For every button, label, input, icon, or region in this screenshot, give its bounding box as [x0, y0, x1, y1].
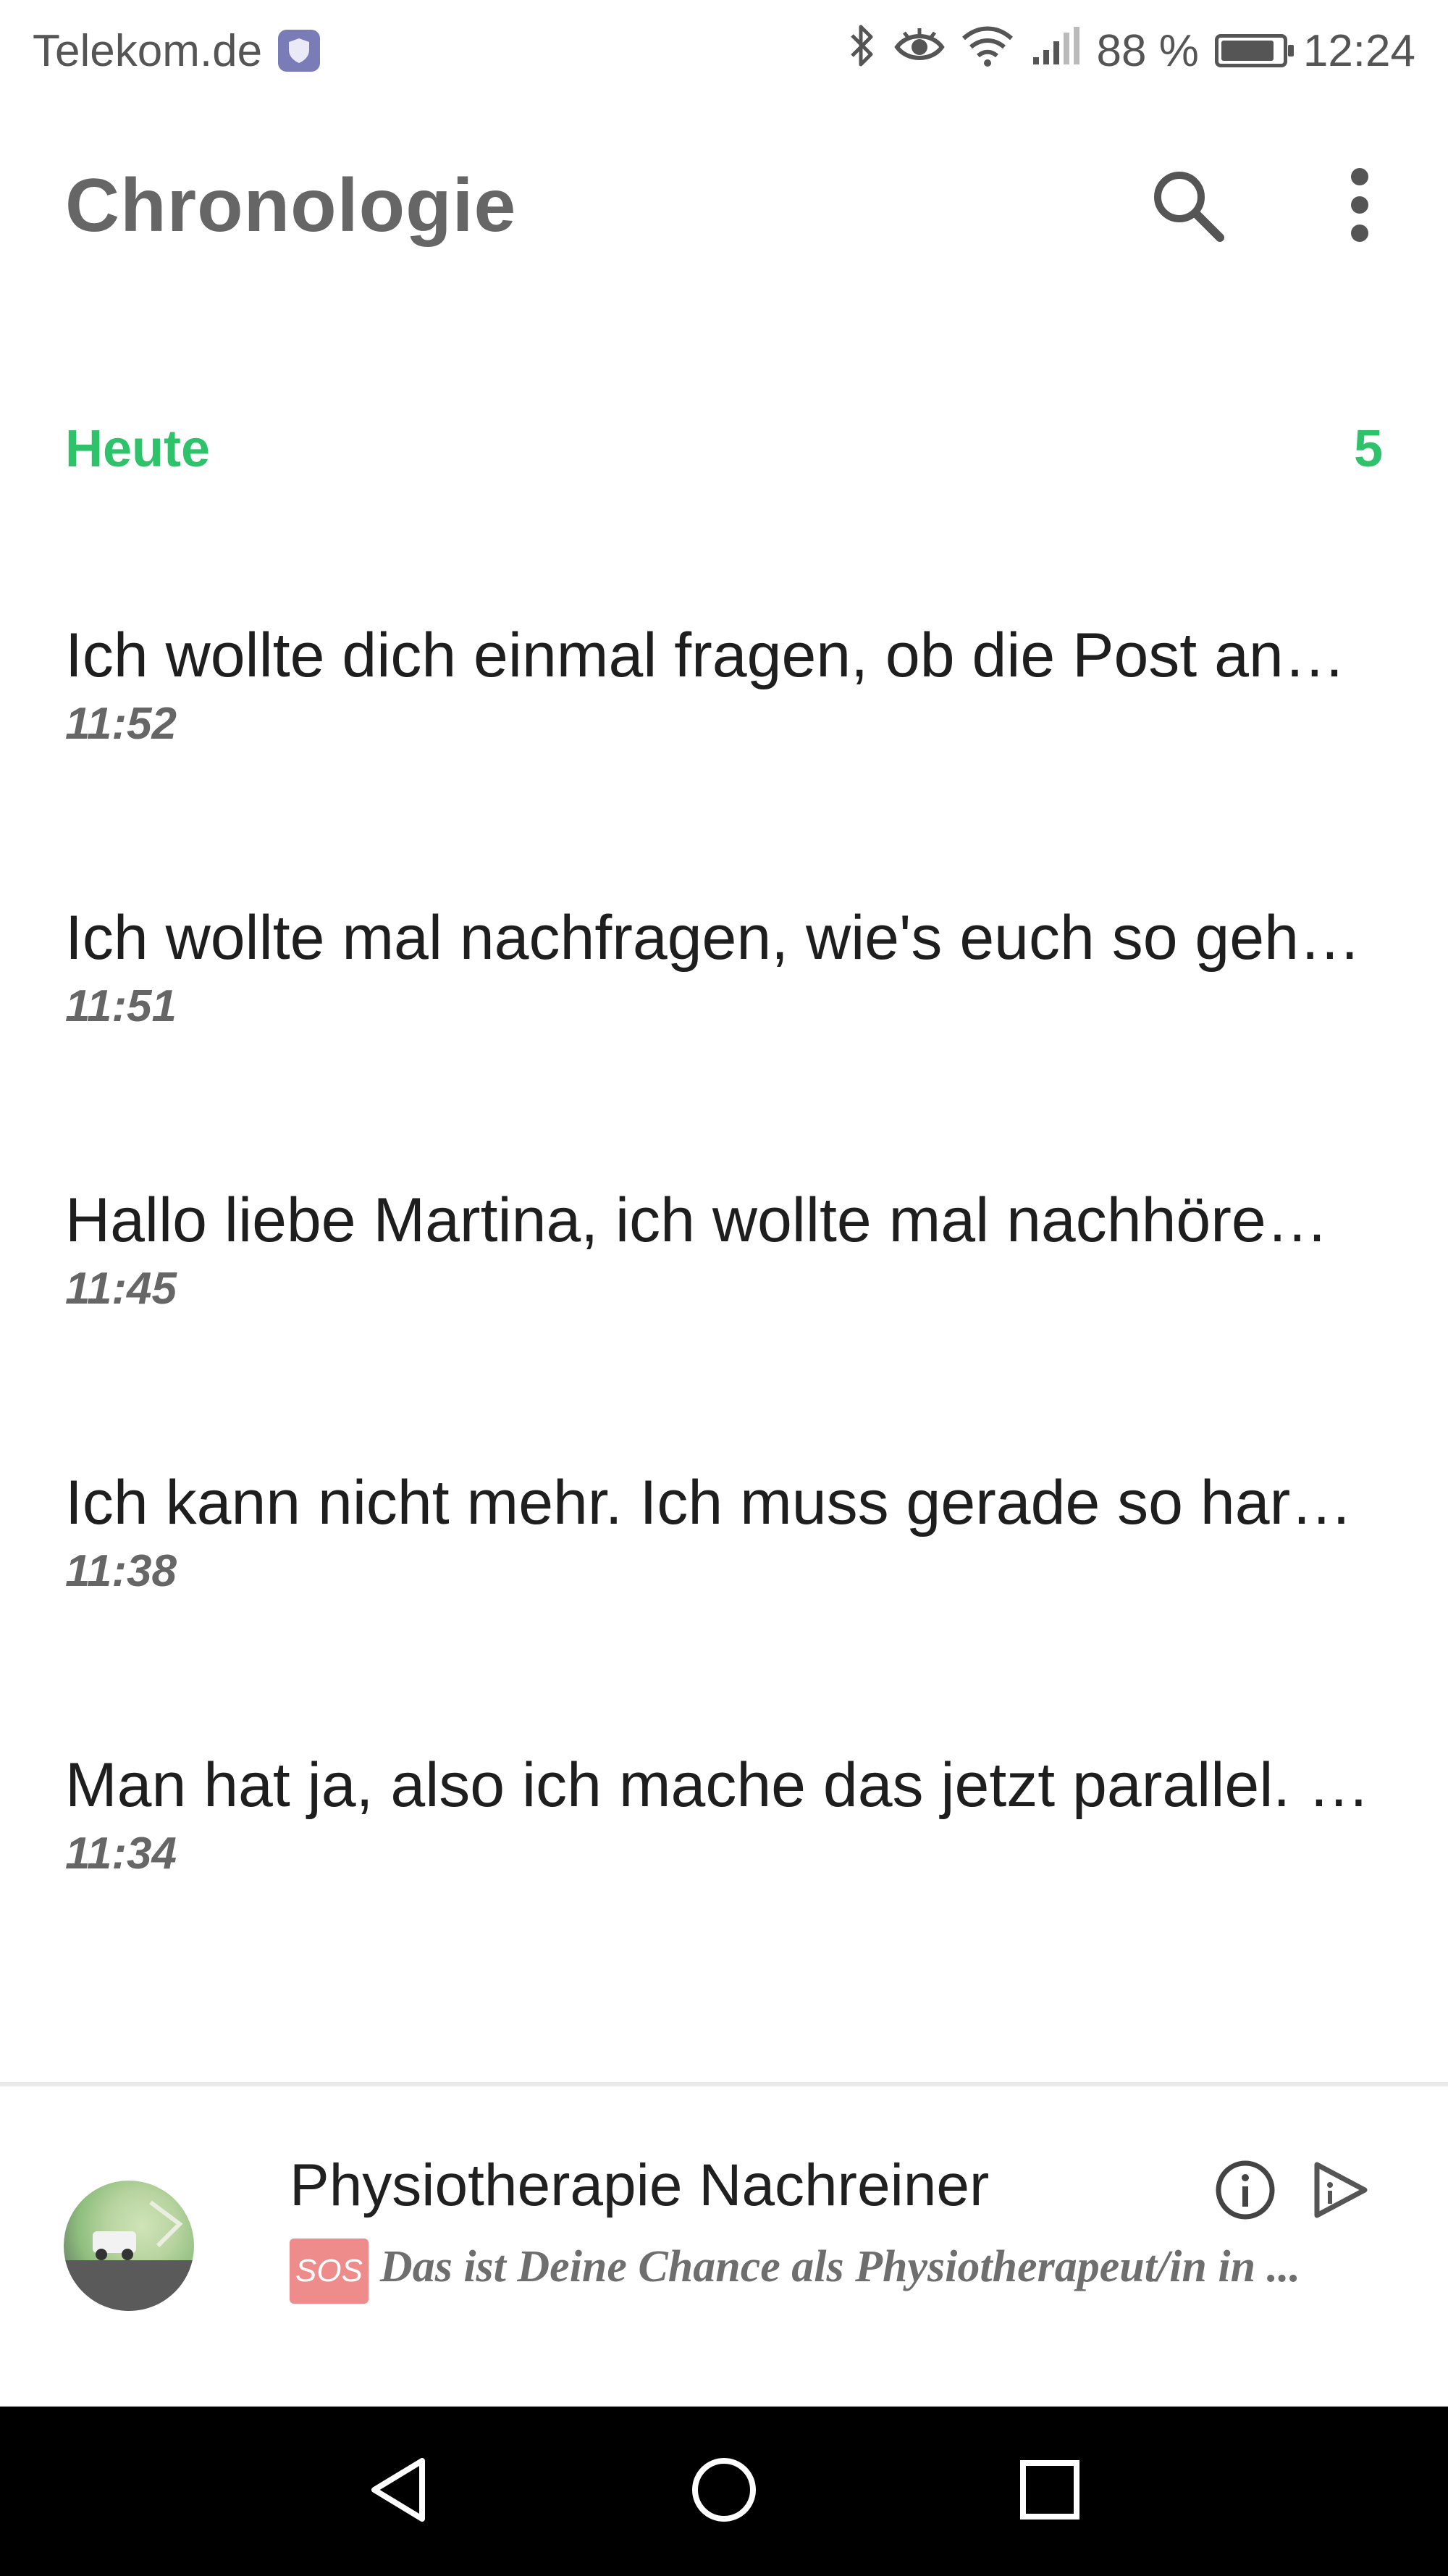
bluetooth-icon — [846, 22, 878, 80]
list-item[interactable]: Ich wollte dich einmal fragen, ob die Po… — [65, 616, 1383, 804]
status-right: 88 % 12:24 — [846, 22, 1415, 80]
search-icon — [1148, 165, 1227, 248]
search-button[interactable] — [1144, 163, 1231, 250]
recording-time: 11:52 — [65, 698, 1383, 750]
ad-info-button[interactable] — [1209, 2155, 1281, 2228]
recents-button[interactable] — [1010, 2451, 1090, 2531]
back-button[interactable] — [358, 2451, 438, 2531]
back-icon — [366, 2455, 431, 2528]
list-item[interactable]: Man hat ja, also ich mache das jetzt par… — [65, 1745, 1383, 1934]
ad-choices-button[interactable] — [1303, 2155, 1376, 2228]
ad-body: SOSDas ist Deine Chance als Physiotherap… — [290, 2239, 1303, 2304]
more-vert-icon — [1345, 165, 1374, 248]
more-options-button[interactable] — [1316, 163, 1403, 250]
ad-body-text: Das ist Deine Chance als Physiotherapeut… — [380, 2242, 1300, 2291]
recording-title: Hallo liebe Martina, ich wollte mal nach… — [65, 1180, 1383, 1260]
section-label: Heute — [65, 419, 210, 479]
page-title: Chronologie — [65, 163, 516, 249]
signal-icon — [1030, 25, 1081, 77]
ad-avatar-image — [64, 2181, 194, 2311]
battery-percent: 88 % — [1097, 25, 1199, 77]
recording-title: Ich wollte mal nachfragen, wie's euch so… — [65, 898, 1383, 978]
ad-avatar[interactable] — [64, 2181, 194, 2311]
section-count: 5 — [1354, 419, 1383, 479]
list-item[interactable]: Ich wollte mal nachfragen, wie's euch so… — [65, 898, 1383, 1086]
ad-choices-icon — [1308, 2159, 1371, 2225]
list-item[interactable]: Hallo liebe Martina, ich wollte mal nach… — [65, 1180, 1383, 1369]
eye-icon — [894, 25, 945, 77]
app-bar: Chronologie — [0, 130, 1448, 275]
sos-badge: SOS — [290, 2239, 369, 2304]
battery-level-fill — [1221, 41, 1274, 61]
status-left: Telekom.de — [33, 25, 320, 77]
info-icon — [1214, 2159, 1276, 2225]
clock: 12:24 — [1303, 25, 1415, 77]
recording-time: 11:45 — [65, 1263, 1383, 1314]
status-bar: Telekom.de 88 % 12:24 — [0, 0, 1448, 101]
home-icon — [689, 2455, 759, 2528]
shield-icon — [278, 30, 320, 72]
recording-title: Ich wollte dich einmal fragen, ob die Po… — [65, 616, 1383, 695]
ad-title: Physiotherapie Nachreiner — [290, 2152, 989, 2220]
ad-banner[interactable]: Physiotherapie Nachreiner SOSDas ist Dei… — [0, 2086, 1448, 2405]
recording-time: 11:34 — [65, 1828, 1383, 1879]
carrier-name: Telekom.de — [33, 25, 262, 77]
list-item[interactable]: Ich kann nicht mehr. Ich muss gerade so … — [65, 1463, 1383, 1651]
recording-title: Ich kann nicht mehr. Ich muss gerade so … — [65, 1463, 1383, 1543]
recording-title: Man hat ja, also ich mache das jetzt par… — [65, 1745, 1383, 1825]
home-button[interactable] — [684, 2451, 764, 2531]
wifi-icon — [961, 24, 1014, 78]
battery-icon — [1215, 34, 1287, 67]
section-header-today: Heute 5 — [65, 413, 1383, 485]
recents-icon — [1017, 2457, 1082, 2526]
navigation-bar — [0, 2407, 1448, 2576]
recording-time: 11:38 — [65, 1545, 1383, 1597]
recording-time: 11:51 — [65, 981, 1383, 1032]
